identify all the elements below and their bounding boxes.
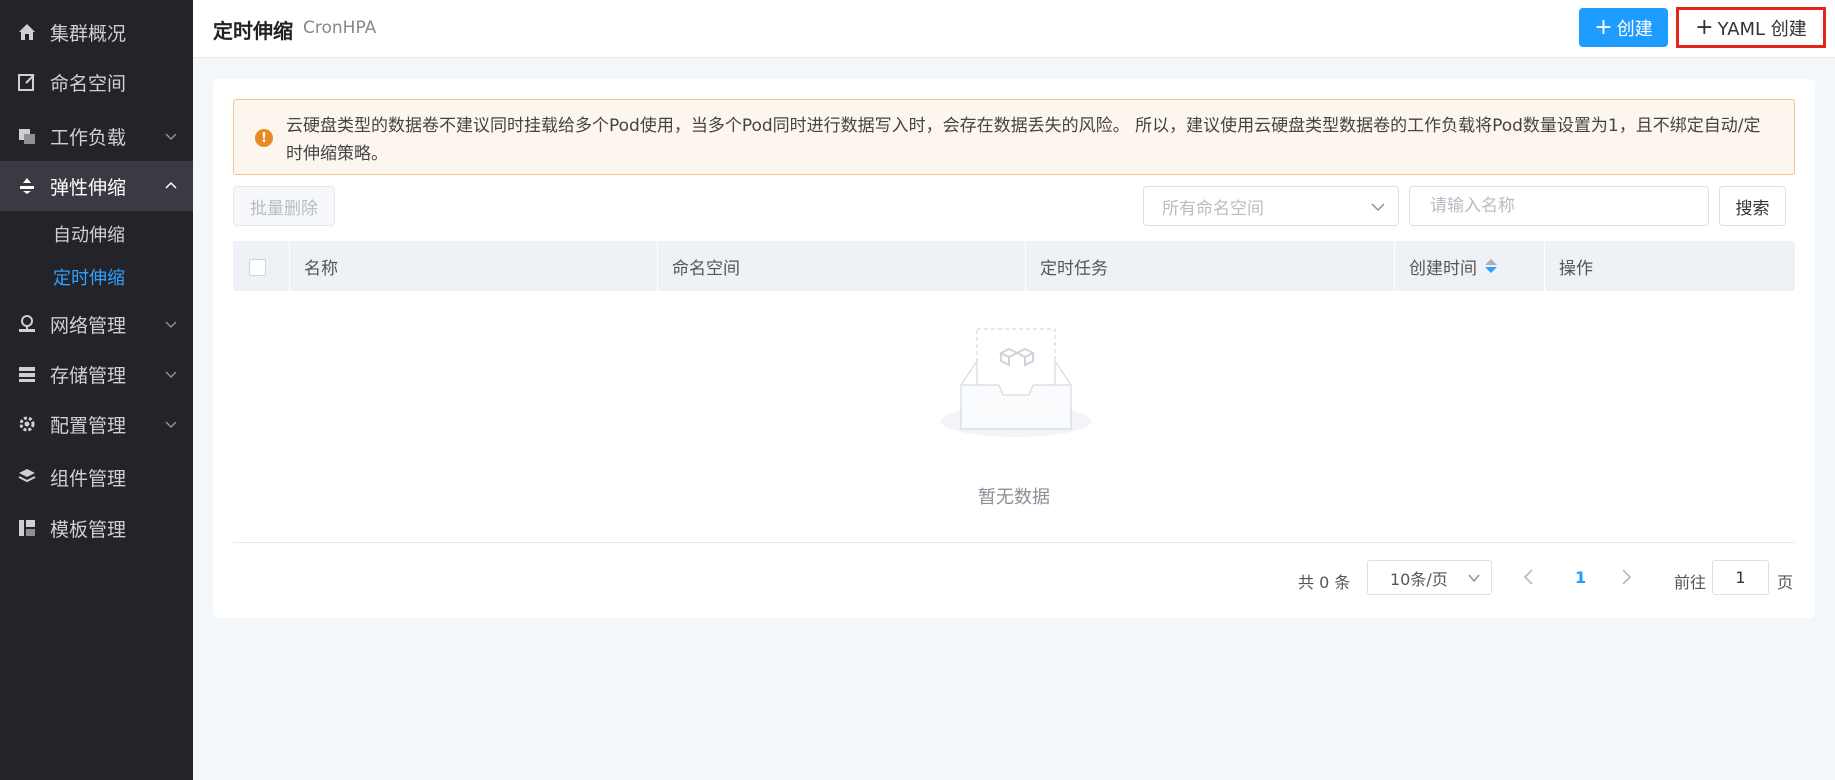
sidebar-item-network[interactable]: 网络管理 bbox=[0, 299, 193, 349]
sidebar-item-storage[interactable]: 存储管理 bbox=[0, 349, 193, 399]
empty-box-icon bbox=[941, 328, 1091, 437]
plus-icon: + bbox=[1695, 15, 1714, 40]
sidebar-item-workload[interactable]: 工作负载 bbox=[0, 111, 193, 161]
table-header: 名称 命名空间 定时任务 创建时间 操作 bbox=[233, 241, 1795, 291]
table-divider bbox=[233, 542, 1795, 543]
sidebar: 集群概况 命名空间 工作负载 弹性伸缩 自动伸缩 定时伸缩 网络管理 存储管理 … bbox=[0, 0, 193, 780]
batch-delete-button[interactable]: 批量删除 bbox=[233, 186, 335, 226]
namespace-select[interactable]: 所有命名空间 bbox=[1143, 186, 1399, 226]
sidebar-item-label: 配置管理 bbox=[50, 414, 127, 437]
alert-text: 云硬盘类型的数据卷不建议同时挂载给多个Pod使用，当多个Pod同时进行数据写入时… bbox=[286, 116, 1761, 164]
sidebar-item-label: 模板管理 bbox=[50, 518, 127, 541]
empty-text: 暂无数据 bbox=[978, 487, 1050, 508]
sidebar-item-label: 集群概况 bbox=[50, 22, 127, 45]
search-button[interactable]: 搜索 bbox=[1719, 186, 1786, 226]
sidebar-item-cluster-overview[interactable]: 集群概况 bbox=[0, 7, 193, 57]
select-all-checkbox[interactable] bbox=[249, 259, 266, 276]
sidebar-item-namespace[interactable]: 命名空间 bbox=[0, 57, 193, 107]
storage-icon bbox=[16, 363, 38, 385]
column-header-actions: 操作 bbox=[1559, 258, 1593, 279]
template-icon bbox=[16, 517, 38, 539]
chevron-down-icon bbox=[165, 133, 177, 141]
goto-page-input[interactable] bbox=[1712, 560, 1769, 595]
network-icon bbox=[16, 313, 38, 335]
page-header: 定时伸缩 CronHPA + 创建 + YAML 创建 bbox=[193, 0, 1835, 58]
yaml-create-button[interactable]: + YAML 创建 bbox=[1676, 7, 1826, 48]
pagination-goto-label: 前往 bbox=[1674, 573, 1707, 592]
chevron-up-icon bbox=[165, 181, 177, 189]
sidebar-item-label: 存储管理 bbox=[50, 364, 127, 387]
edit-icon bbox=[16, 71, 38, 93]
sidebar-item-config[interactable]: 配置管理 bbox=[0, 399, 193, 449]
chevron-down-icon bbox=[165, 321, 177, 329]
warning-alert: ! 云硬盘类型的数据卷不建议同时挂载给多个Pod使用，当多个Pod同时进行数据写… bbox=[233, 99, 1795, 175]
sidebar-item-autoscaling[interactable]: 弹性伸缩 bbox=[0, 161, 193, 211]
sidebar-item-components[interactable]: 组件管理 bbox=[0, 452, 193, 502]
scale-icon bbox=[16, 175, 38, 197]
chevron-down-icon bbox=[165, 371, 177, 379]
prev-page-icon[interactable] bbox=[1519, 566, 1539, 588]
warning-icon: ! bbox=[255, 129, 273, 147]
column-header-name[interactable]: 名称 bbox=[290, 241, 658, 291]
gear-icon bbox=[16, 413, 38, 435]
home-icon bbox=[16, 21, 38, 43]
table-header-select bbox=[233, 241, 290, 291]
page-number-current[interactable]: 1 bbox=[1575, 568, 1586, 587]
sidebar-subitem-hpa[interactable]: 自动伸缩 bbox=[0, 214, 193, 254]
layers-icon bbox=[16, 466, 38, 488]
column-header-namespace[interactable]: 命名空间 bbox=[658, 241, 1026, 291]
pagination-total: 共 0 条 bbox=[1298, 573, 1351, 592]
name-search-input[interactable] bbox=[1409, 186, 1709, 226]
sidebar-item-label: 命名空间 bbox=[50, 72, 127, 95]
create-button[interactable]: + 创建 bbox=[1579, 8, 1668, 47]
plus-icon: + bbox=[1594, 15, 1613, 40]
sidebar-item-label: 网络管理 bbox=[50, 314, 127, 337]
next-page-icon[interactable] bbox=[1616, 566, 1636, 588]
chevron-down-icon bbox=[1371, 203, 1385, 212]
pagination-page-suffix: 页 bbox=[1777, 573, 1794, 592]
sidebar-item-label: 工作负载 bbox=[50, 126, 127, 149]
sidebar-item-label: 组件管理 bbox=[50, 467, 127, 490]
sidebar-subitem-cronhpa[interactable]: 定时伸缩 bbox=[0, 257, 193, 297]
chevron-down-icon bbox=[165, 421, 177, 429]
page-title: 定时伸缩 bbox=[213, 19, 293, 43]
column-header-created-time[interactable]: 创建时间 bbox=[1395, 241, 1545, 291]
content-card: ! 云硬盘类型的数据卷不建议同时挂载给多个Pod使用，当多个Pod同时进行数据写… bbox=[213, 79, 1815, 618]
sidebar-item-templates[interactable]: 模板管理 bbox=[0, 503, 193, 553]
page-subtitle: CronHPA bbox=[303, 18, 377, 38]
page-size-select[interactable]: 10条/页 bbox=[1367, 560, 1492, 595]
column-header-cron-task[interactable]: 定时任务 bbox=[1026, 241, 1395, 291]
copy-icon bbox=[16, 125, 38, 147]
sort-icon[interactable] bbox=[1485, 259, 1497, 273]
chevron-down-icon bbox=[1468, 574, 1480, 583]
sidebar-item-label: 弹性伸缩 bbox=[50, 176, 127, 199]
